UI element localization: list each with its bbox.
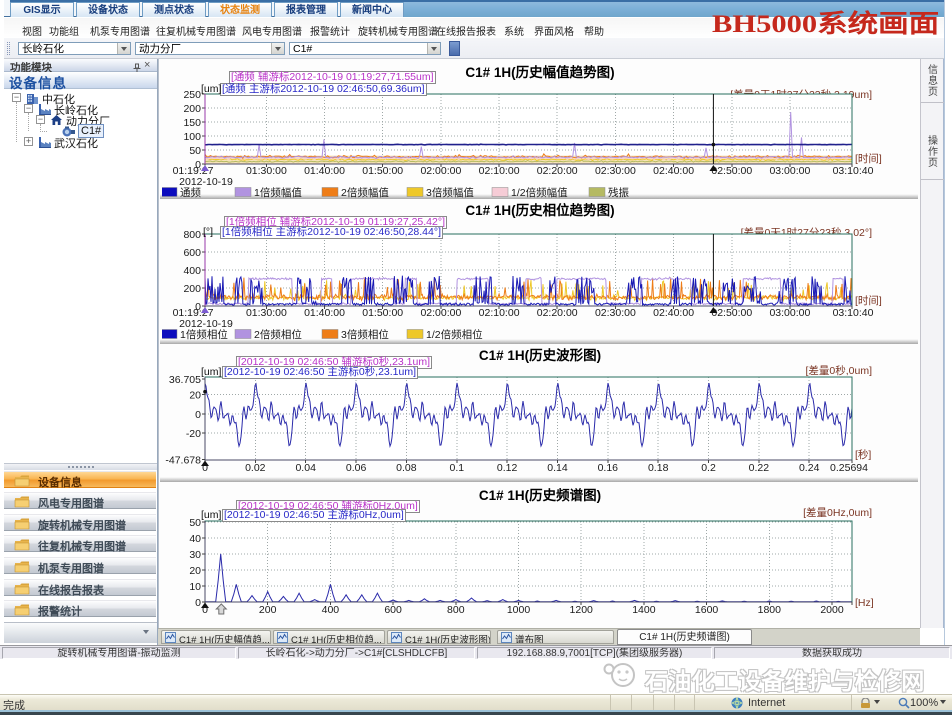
svg-text:1600: 1600 bbox=[695, 604, 719, 616]
svg-text:02:00:00: 02:00:00 bbox=[420, 307, 461, 319]
svg-text:[时间]: [时间] bbox=[855, 294, 882, 307]
svg-text:01:50:00: 01:50:00 bbox=[362, 307, 403, 319]
svg-text:250: 250 bbox=[183, 89, 201, 101]
svg-text:1/2倍频幅值: 1/2倍频幅值 bbox=[511, 186, 568, 198]
svg-text:200: 200 bbox=[183, 283, 201, 295]
svg-text:[Hz]: [Hz] bbox=[855, 597, 874, 609]
svg-text:3倍频相位: 3倍频相位 bbox=[341, 328, 389, 341]
svg-text:02:00:00: 02:00:00 bbox=[420, 165, 461, 177]
svg-text:0.22: 0.22 bbox=[749, 462, 770, 474]
svg-text:30: 30 bbox=[189, 549, 201, 561]
svg-text:1倍频相位: 1倍频相位 bbox=[180, 328, 228, 341]
svg-text:50: 50 bbox=[189, 145, 201, 157]
svg-text:36.705: 36.705 bbox=[169, 374, 201, 386]
svg-text:1200: 1200 bbox=[570, 604, 594, 616]
svg-text:02:50:00: 02:50:00 bbox=[711, 307, 752, 319]
svg-text:0.18: 0.18 bbox=[648, 462, 669, 474]
svg-text:01:30:00: 01:30:00 bbox=[246, 165, 287, 177]
svg-text:C1# 1H(历史相位趋势图): C1# 1H(历史相位趋势图) bbox=[465, 202, 614, 218]
svg-text:0.06: 0.06 bbox=[346, 462, 367, 474]
svg-text:400: 400 bbox=[183, 265, 201, 277]
svg-text:1倍频幅值: 1倍频幅值 bbox=[254, 186, 302, 198]
svg-text:01:30:00: 01:30:00 bbox=[246, 307, 287, 319]
svg-text:150: 150 bbox=[183, 117, 201, 129]
svg-text:[时间]: [时间] bbox=[855, 152, 882, 165]
svg-text:02:30:00: 02:30:00 bbox=[595, 307, 636, 319]
svg-text:03:10:40: 03:10:40 bbox=[833, 165, 874, 177]
svg-text:02:10:00: 02:10:00 bbox=[479, 165, 520, 177]
svg-text:2000: 2000 bbox=[820, 604, 844, 616]
svg-text:C1# 1H(历史波形图): C1# 1H(历史波形图) bbox=[479, 347, 601, 363]
svg-text:[秒]: [秒] bbox=[855, 448, 871, 461]
svg-text:0.04: 0.04 bbox=[295, 462, 316, 474]
svg-text:03:00:00: 03:00:00 bbox=[769, 165, 810, 177]
svg-text:02:40:00: 02:40:00 bbox=[653, 165, 694, 177]
svg-text:600: 600 bbox=[384, 604, 402, 616]
svg-text:C1# 1H(历史频谱图): C1# 1H(历史频谱图) bbox=[479, 487, 601, 503]
svg-text:400: 400 bbox=[322, 604, 340, 616]
svg-text:0: 0 bbox=[195, 409, 201, 421]
svg-text:20: 20 bbox=[189, 565, 201, 577]
svg-text:0.16: 0.16 bbox=[598, 462, 619, 474]
svg-text:200: 200 bbox=[259, 604, 277, 616]
svg-text:800: 800 bbox=[447, 604, 465, 616]
svg-text:02:20:00: 02:20:00 bbox=[537, 165, 578, 177]
svg-text:[差量0Hz,0um]: [差量0Hz,0um] bbox=[803, 506, 872, 519]
svg-text:1800: 1800 bbox=[758, 604, 782, 616]
svg-text:0.02: 0.02 bbox=[245, 462, 266, 474]
svg-text:2倍频相位: 2倍频相位 bbox=[254, 328, 302, 341]
svg-text:3倍频幅值: 3倍频幅值 bbox=[426, 186, 474, 198]
svg-text:100: 100 bbox=[183, 131, 201, 143]
svg-text:0.25694: 0.25694 bbox=[830, 462, 868, 474]
svg-text:02:30:00: 02:30:00 bbox=[595, 165, 636, 177]
svg-text:02:10:00: 02:10:00 bbox=[479, 307, 520, 319]
svg-text:02:20:00: 02:20:00 bbox=[537, 307, 578, 319]
svg-text:[差量0秒,0um]: [差量0秒,0um] bbox=[805, 364, 872, 377]
svg-text:-47.678: -47.678 bbox=[165, 454, 201, 466]
svg-text:200: 200 bbox=[183, 103, 201, 115]
svg-text:03:00:00: 03:00:00 bbox=[769, 307, 810, 319]
svg-text:C1# 1H(历史幅值趋势图): C1# 1H(历史幅值趋势图) bbox=[465, 64, 614, 80]
svg-text:0.2: 0.2 bbox=[701, 462, 716, 474]
svg-text:0.14: 0.14 bbox=[547, 462, 568, 474]
svg-text:2倍频幅值: 2倍频幅值 bbox=[341, 186, 389, 198]
svg-text:20: 20 bbox=[189, 390, 201, 402]
svg-text:01:50:00: 01:50:00 bbox=[362, 165, 403, 177]
svg-text:02:40:00: 02:40:00 bbox=[653, 307, 694, 319]
svg-text:10: 10 bbox=[189, 581, 201, 593]
svg-text:02:50:00: 02:50:00 bbox=[711, 165, 752, 177]
svg-text:1/2倍频相位: 1/2倍频相位 bbox=[426, 328, 483, 341]
svg-text:0.12: 0.12 bbox=[497, 462, 518, 474]
svg-text:40: 40 bbox=[189, 533, 201, 545]
svg-text:1000: 1000 bbox=[507, 604, 531, 616]
svg-text:1400: 1400 bbox=[632, 604, 656, 616]
svg-text:50: 50 bbox=[189, 517, 201, 529]
svg-text:0: 0 bbox=[195, 597, 201, 609]
svg-text:01:40:00: 01:40:00 bbox=[304, 307, 345, 319]
svg-text:600: 600 bbox=[183, 247, 201, 259]
svg-text:-20: -20 bbox=[186, 428, 201, 440]
svg-text:0.08: 0.08 bbox=[396, 462, 417, 474]
svg-text:03:10:40: 03:10:40 bbox=[833, 307, 874, 319]
svg-text:残振: 残振 bbox=[608, 186, 629, 198]
svg-text:01:40:00: 01:40:00 bbox=[304, 165, 345, 177]
svg-text:0.24: 0.24 bbox=[799, 462, 820, 474]
svg-text:0.1: 0.1 bbox=[449, 462, 464, 474]
svg-text:通频: 通频 bbox=[180, 186, 201, 198]
svg-text:800: 800 bbox=[183, 229, 201, 241]
